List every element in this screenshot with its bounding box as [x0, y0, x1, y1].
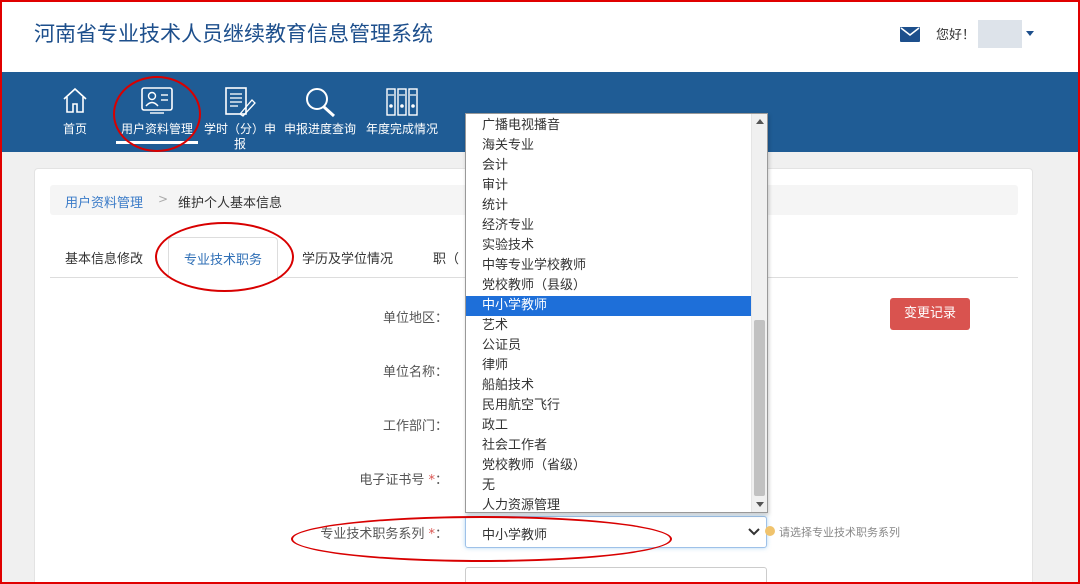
- label-department: 工作部门：: [382, 419, 448, 434]
- dropdown-option[interactable]: 广播电视播音: [466, 116, 751, 136]
- chevron-down-icon[interactable]: [1026, 31, 1034, 36]
- change-history-button[interactable]: 变更记录: [890, 298, 970, 330]
- label-text: 电子证书号: [359, 473, 425, 488]
- dropdown-option[interactable]: 民用航空飞行: [466, 396, 751, 416]
- nav-item-home[interactable]: 首页: [50, 72, 100, 152]
- tab-education[interactable]: 学历及学位情况: [302, 248, 393, 267]
- chevron-down-icon: [748, 528, 760, 536]
- info-icon: [765, 526, 775, 536]
- nav-item-hours-report[interactable]: 学时（分）申报: [202, 72, 278, 152]
- dropdown-option[interactable]: 统计: [466, 196, 751, 216]
- title-series-dropdown-list[interactable]: 广播电视播音 海关专业 会计 审计 统计 经济专业 实验技术 中等专业学校教师 党校教师（县级）…: [465, 113, 768, 513]
- dropdown-option[interactable]: 审计: [466, 176, 751, 196]
- dropdown-option[interactable]: 实验技术: [466, 236, 751, 256]
- dropdown-option[interactable]: 党校教师（县级）: [466, 276, 751, 296]
- dropdown-option[interactable]: 会计: [466, 156, 751, 176]
- scroll-thumb[interactable]: [754, 320, 765, 496]
- dropdown-option[interactable]: 中等专业学校教师: [466, 256, 751, 276]
- label-colon: ：: [434, 473, 448, 488]
- breadcrumb-separator: >: [158, 192, 169, 206]
- nav-label: 学时（分）申报: [203, 122, 276, 151]
- nav-label: 首页: [62, 122, 87, 136]
- dropdown-option[interactable]: 社会工作者: [466, 436, 751, 456]
- document-pen-icon: [225, 87, 256, 117]
- label-unit-name: 单位名称：: [382, 365, 448, 380]
- dropdown-option[interactable]: 海关专业: [466, 136, 751, 156]
- site-title: 河南省专业技术人员继续教育信息管理系统: [34, 22, 433, 46]
- dropdown-scrollbar[interactable]: [751, 114, 767, 512]
- header: 河南省专业技术人员继续教育信息管理系统 您好！: [0, 0, 1080, 72]
- dropdown-option[interactable]: 艺术: [466, 316, 751, 336]
- dropdown-option[interactable]: 无: [466, 476, 751, 496]
- annotation-circle-tab: [155, 222, 294, 292]
- annotation-circle-nav: [113, 76, 201, 152]
- breadcrumb-link[interactable]: 用户资料管理: [65, 192, 143, 211]
- mail-icon[interactable]: [900, 27, 920, 42]
- tab-basic-info[interactable]: 基本信息修改: [65, 248, 143, 267]
- greeting-text: 您好！: [936, 28, 976, 43]
- annotation-circle-select: [291, 516, 672, 562]
- dropdown-option[interactable]: 经济专业: [466, 216, 751, 236]
- dropdown-option[interactable]: 律师: [466, 356, 751, 376]
- label-unit-region: 单位地区：: [382, 311, 448, 326]
- binders-icon: [386, 88, 418, 116]
- search-icon: [306, 88, 336, 118]
- dropdown-option[interactable]: 公证员: [466, 336, 751, 356]
- dropdown-option[interactable]: 中小学教师: [466, 296, 751, 316]
- label-certificate-number: 电子证书号 *：: [268, 469, 448, 488]
- tab-position[interactable]: 职（: [433, 248, 459, 267]
- dropdown-option[interactable]: 人力资源管理: [466, 496, 751, 512]
- scroll-down-arrow-icon[interactable]: [756, 502, 764, 507]
- series-help-text: 请选择专业技术职务系列: [779, 526, 900, 539]
- dropdown-option[interactable]: 党校教师（省级）: [466, 456, 751, 476]
- user-name-box[interactable]: [978, 20, 1022, 48]
- dropdown-option[interactable]: 政工: [466, 416, 751, 436]
- nav-label: 申报进度查询: [283, 122, 356, 136]
- nav-item-annual-completion[interactable]: 年度完成情况: [364, 72, 440, 152]
- nav-label: 年度完成情况: [365, 122, 438, 136]
- breadcrumb-current: 维护个人基本信息: [178, 196, 283, 211]
- dropdown-option[interactable]: 船舶技术: [466, 376, 751, 396]
- nav-item-progress-query[interactable]: 申报进度查询: [282, 72, 358, 152]
- home-icon: [63, 87, 87, 113]
- scroll-up-arrow-icon[interactable]: [756, 119, 764, 124]
- next-field-input[interactable]: [465, 567, 767, 584]
